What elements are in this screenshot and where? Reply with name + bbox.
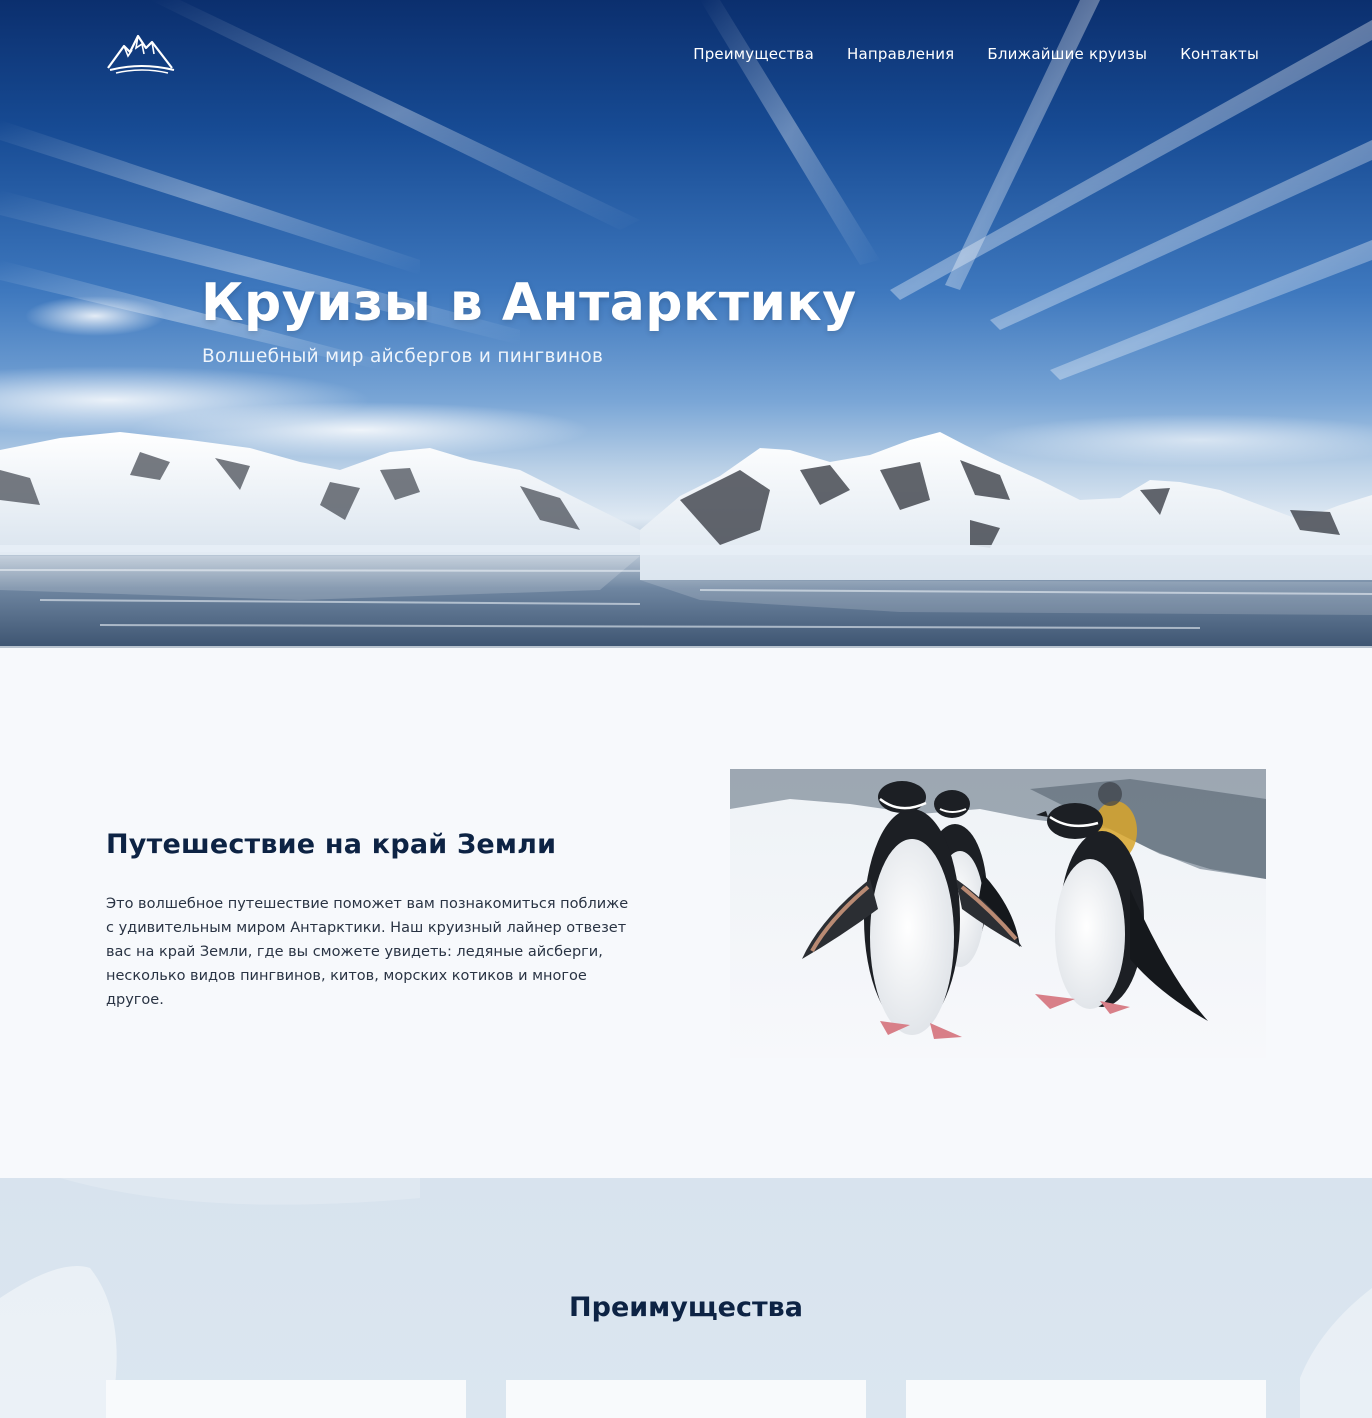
hero-title: Круизы в Антарктику [201, 273, 857, 333]
advantages-title: Преимущества [569, 1292, 803, 1323]
intro-text: Это волшебное путешествие поможет вам по… [106, 896, 629, 1008]
hero-subtitle: Волшебный мир айсбергов и пингвинов [202, 346, 604, 367]
mountain-logo-icon[interactable] [106, 32, 176, 74]
nav-link-contacts[interactable]: Контакты [1180, 44, 1259, 64]
nav-link-upcoming-cruises[interactable]: Ближайшие круизы [987, 44, 1147, 64]
nav-link-advantages[interactable]: Преимущества [693, 44, 814, 64]
main-nav: Преимущества Направления Ближайшие круиз… [693, 44, 1259, 64]
hero-section: Преимущества Направления Ближайшие круиз… [0, 0, 1372, 648]
advantage-card [906, 1380, 1266, 1418]
advantage-card [506, 1380, 866, 1418]
nav-link-destinations[interactable]: Направления [847, 44, 954, 64]
intro-title: Путешествие на край Земли [106, 829, 557, 860]
advantage-card [106, 1380, 466, 1418]
penguins-photo [730, 769, 1266, 1058]
advantages-section: Преимущества [0, 1178, 1372, 1418]
intro-section: Путешествие на край Земли Это волшебное … [0, 648, 1372, 1178]
